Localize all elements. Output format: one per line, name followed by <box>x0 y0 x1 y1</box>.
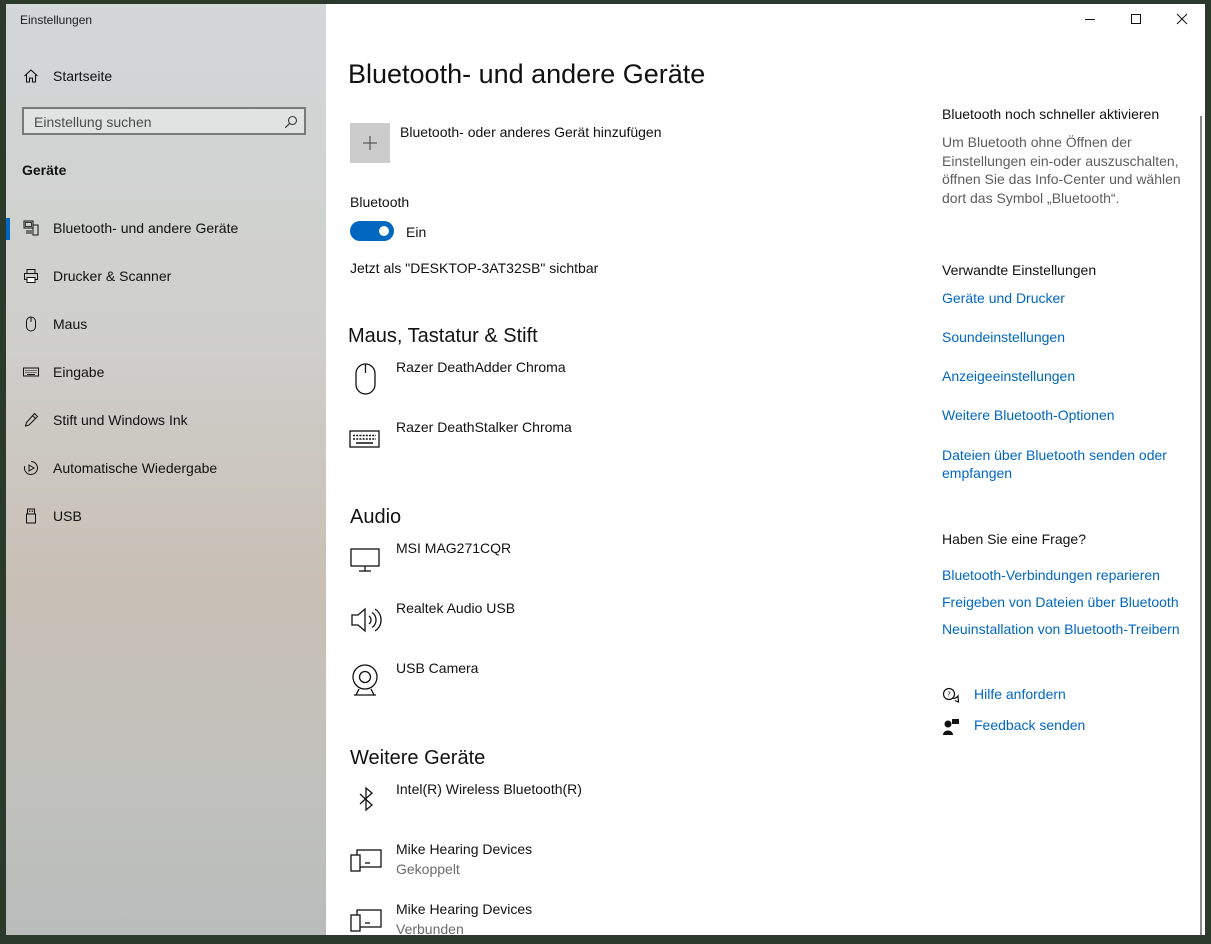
sidebar-item-printers[interactable]: Drucker & Scanner <box>6 256 326 296</box>
link-more-bluetooth-options[interactable]: Weitere Bluetooth-Optionen <box>942 406 1115 424</box>
toggle-knob <box>379 226 389 236</box>
section-title-input-devices: Maus, Tastatur & Stift <box>348 325 538 347</box>
add-device-button[interactable]: Bluetooth- oder anderes Gerät hinzufügen <box>350 123 870 165</box>
link-display-settings[interactable]: Anzeigeeinstellungen <box>942 367 1075 385</box>
monitor-icon <box>350 548 380 572</box>
search-box[interactable] <box>22 107 306 135</box>
sidebar-item-mouse[interactable]: Maus <box>6 304 326 344</box>
page-title: Bluetooth- und andere Geräte <box>348 59 706 89</box>
add-device-label: Bluetooth- oder anderes Gerät hinzufügen <box>400 124 662 140</box>
mouse-icon <box>26 316 36 332</box>
app-title: Einstellungen <box>20 13 93 27</box>
sidebar-item-label: Stift und Windows Ink <box>53 412 188 428</box>
visible-as-text: Jetzt als "DESKTOP-3AT32SB" sichtbar <box>350 260 599 276</box>
sidebar-item-usb[interactable]: USB <box>6 496 326 536</box>
device-item[interactable]: Realtek Audio USB <box>348 600 868 650</box>
sidebar-item-input[interactable]: Eingabe <box>6 352 326 392</box>
keyboard-icon <box>23 367 39 377</box>
search-icon[interactable] <box>284 115 298 129</box>
close-icon <box>1176 13 1188 25</box>
device-name: Razer DeathStalker Chroma <box>396 419 572 435</box>
feedback-icon <box>943 719 959 735</box>
device-item[interactable]: Mike Hearing Devices Verbunden <box>348 901 868 935</box>
sidebar-item-label: USB <box>53 508 82 524</box>
related-title: Verwandte Einstellungen <box>942 262 1097 278</box>
section-title-other-devices: Weitere Geräte <box>350 747 486 769</box>
maximize-icon <box>1131 14 1141 24</box>
device-name: Mike Hearing Devices <box>396 841 533 857</box>
sidebar: Einstellungen Startseite Geräte <box>6 4 326 935</box>
sidebar-home[interactable]: Startseite <box>6 56 326 96</box>
quick-text: Um Bluetooth ohne Öffnen der Einstellung… <box>942 134 1181 206</box>
usb-icon <box>26 508 36 524</box>
main-content: Bluetooth- und andere Geräte Bluetooth- … <box>326 4 1205 935</box>
sidebar-item-pen[interactable]: Stift und Windows Ink <box>6 400 326 440</box>
help-label: Hilfe anfordern <box>974 686 1066 702</box>
minimize-icon <box>1085 19 1095 20</box>
chat-help-icon: ? <box>942 687 960 703</box>
sidebar-item-label: Maus <box>53 316 88 332</box>
device-status: Verbunden <box>396 921 464 935</box>
sidebar-item-label: Automatische Wiedergabe <box>53 460 218 476</box>
settings-window: Einstellungen Startseite Geräte <box>6 4 1205 935</box>
question-title: Haben Sie eine Frage? <box>942 531 1086 547</box>
maximize-button[interactable] <box>1113 4 1159 34</box>
webcam-icon <box>352 664 378 696</box>
device-item[interactable]: USB Camera <box>348 660 868 710</box>
device-status: Gekoppelt <box>396 861 460 877</box>
keyboard-icon <box>349 430 380 448</box>
sidebar-item-label: Drucker & Scanner <box>53 268 172 284</box>
devices-icon <box>350 909 382 932</box>
scrollbar[interactable] <box>1200 116 1202 935</box>
device-name: Realtek Audio USB <box>396 600 516 616</box>
pen-icon <box>24 412 39 427</box>
search-input[interactable] <box>34 114 274 130</box>
device-item[interactable]: Intel(R) Wireless Bluetooth(R) <box>348 781 868 831</box>
link-share-files[interactable]: Freigeben von Dateien über Bluetooth <box>942 593 1179 611</box>
feedback-label: Feedback senden <box>974 717 1086 733</box>
device-name: Mike Hearing Devices <box>396 901 533 917</box>
device-name: Razer DeathAdder Chroma <box>396 359 566 375</box>
sidebar-home-label: Startseite <box>53 68 113 84</box>
device-name: USB Camera <box>396 660 479 676</box>
svg-text:?: ? <box>947 691 951 699</box>
speaker-icon <box>351 607 382 633</box>
home-icon <box>24 69 38 83</box>
quick-title: Bluetooth noch schneller aktivieren <box>942 106 1160 122</box>
bluetooth-state: Ein <box>406 224 427 240</box>
device-item[interactable]: Mike Hearing Devices Gekoppelt <box>348 841 868 891</box>
sidebar-item-label: Bluetooth- und andere Geräte <box>53 220 239 236</box>
bluetooth-toggle[interactable] <box>350 221 394 241</box>
bluetooth-icon <box>359 786 373 812</box>
sidebar-item-autoplay[interactable]: Automatische Wiedergabe <box>6 448 326 488</box>
add-tile <box>350 123 390 163</box>
close-button[interactable] <box>1159 4 1205 34</box>
device-item[interactable]: MSI MAG271CQR <box>348 540 868 590</box>
sidebar-item-label: Eingabe <box>53 364 105 380</box>
link-fix-bluetooth[interactable]: Bluetooth-Verbindungen reparieren <box>942 566 1160 584</box>
device-item[interactable]: Razer DeathAdder Chroma <box>348 359 868 409</box>
sidebar-item-bluetooth[interactable]: Bluetooth- und andere Geräte <box>6 208 326 248</box>
sidebar-section-label: Geräte <box>22 162 67 178</box>
bluetooth-label: Bluetooth <box>350 194 410 210</box>
minimize-button[interactable] <box>1067 4 1113 34</box>
link-reinstall-drivers[interactable]: Neuinstallation von Bluetooth-Treibern <box>942 620 1180 638</box>
device-name: Intel(R) Wireless Bluetooth(R) <box>396 781 582 797</box>
printer-icon <box>24 269 38 283</box>
device-item[interactable]: Razer DeathStalker Chroma <box>348 419 868 469</box>
device-name: MSI MAG271CQR <box>396 540 512 556</box>
bluetooth-devices-icon <box>23 220 39 236</box>
section-title-audio: Audio <box>350 506 402 528</box>
devices-icon <box>350 849 382 872</box>
link-send-receive-files[interactable]: Dateien über Bluetooth senden oder empfa… <box>942 446 1182 482</box>
link-sound-settings[interactable]: Soundeinstellungen <box>942 328 1065 346</box>
link-devices-printers[interactable]: Geräte und Drucker <box>942 289 1065 307</box>
mouse-icon <box>355 363 376 395</box>
autoplay-icon <box>23 461 38 475</box>
plus-icon <box>363 136 377 150</box>
